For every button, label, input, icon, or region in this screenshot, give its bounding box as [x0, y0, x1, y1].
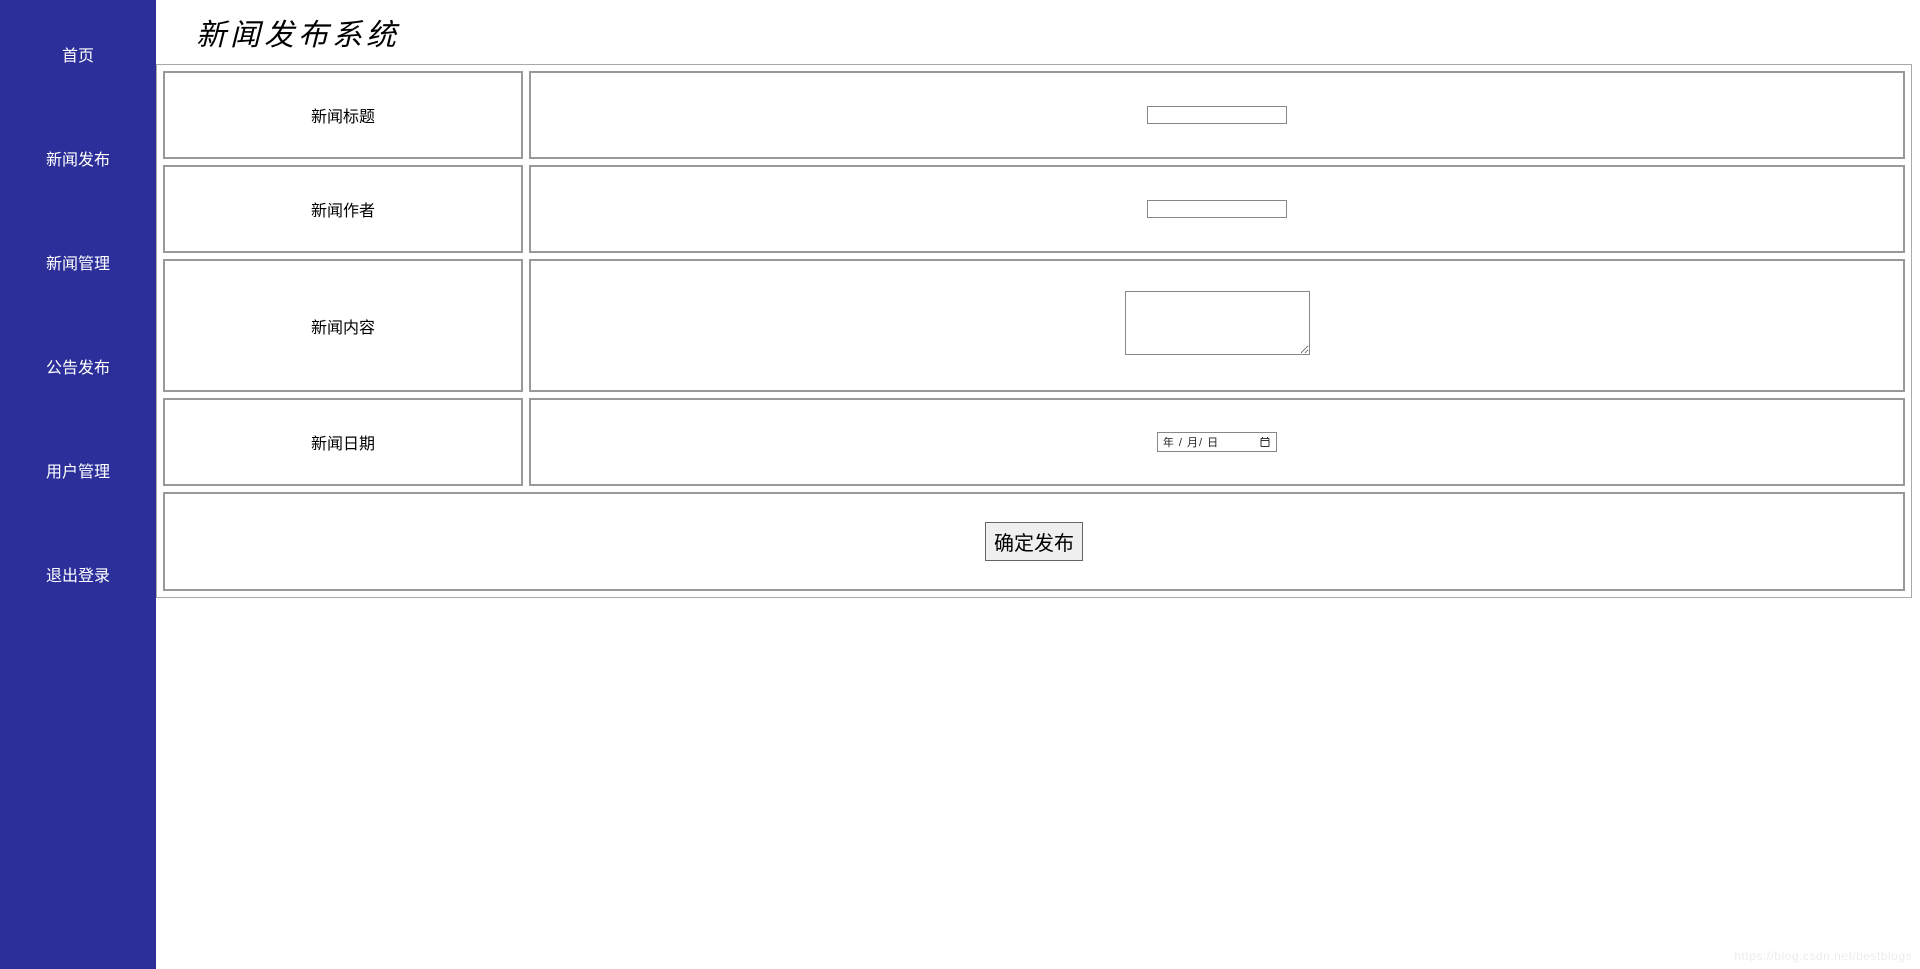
label-news-title: 新闻标题: [163, 71, 523, 159]
cell-news-title-input: [529, 71, 1905, 159]
sidebar-item-logout[interactable]: 退出登录: [0, 544, 156, 604]
sidebar-item-user-manage[interactable]: 用户管理: [0, 440, 156, 500]
news-title-input[interactable]: [1147, 106, 1287, 124]
sidebar-item-news-manage[interactable]: 新闻管理: [0, 232, 156, 292]
main-content: 新闻发布系统 新闻标题 新闻作者 新闻内容 新闻日期: [156, 0, 1920, 969]
news-form-table: 新闻标题 新闻作者 新闻内容 新闻日期: [156, 64, 1912, 598]
news-date-placeholder: 年 / 月/ 日: [1163, 434, 1219, 450]
page-title: 新闻发布系统: [156, 0, 1920, 64]
sidebar-item-notice-publish[interactable]: 公告发布: [0, 336, 156, 396]
news-content-textarea[interactable]: [1125, 291, 1310, 355]
cell-news-content-input: [529, 259, 1905, 392]
sidebar: 首页 新闻发布 新闻管理 公告发布 用户管理 退出登录: [0, 0, 156, 969]
news-author-input[interactable]: [1147, 200, 1287, 218]
label-news-content: 新闻内容: [163, 259, 523, 392]
sidebar-item-news-publish[interactable]: 新闻发布: [0, 128, 156, 188]
submit-button[interactable]: 确定发布: [985, 522, 1083, 561]
label-news-author: 新闻作者: [163, 165, 523, 253]
news-date-input[interactable]: 年 / 月/ 日: [1157, 432, 1277, 452]
cell-submit: 确定发布: [163, 492, 1905, 591]
label-news-date: 新闻日期: [163, 398, 523, 486]
cell-news-author-input: [529, 165, 1905, 253]
calendar-icon: [1259, 436, 1271, 448]
cell-news-date-input: 年 / 月/ 日: [529, 398, 1905, 486]
sidebar-item-home[interactable]: 首页: [0, 24, 156, 84]
